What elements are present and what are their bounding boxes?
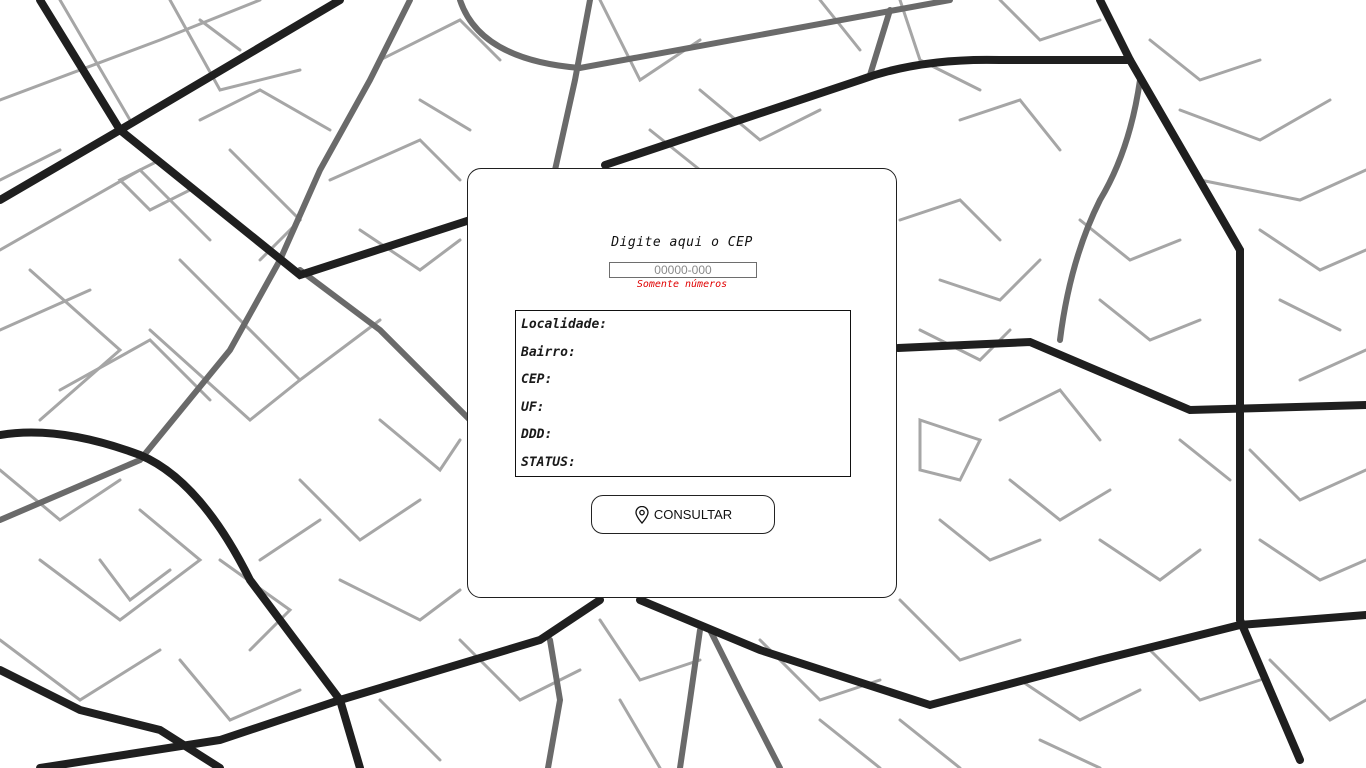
uf-label: UF:: [521, 399, 545, 415]
consultar-button-label: CONSULTAR: [653, 507, 733, 522]
cep-lookup-card: Digite aqui o CEP Somente números Locali…: [467, 168, 897, 598]
status-label: STATUS:: [521, 454, 576, 470]
map-pin-icon: [634, 505, 650, 524]
localidade-label: Localidade:: [521, 317, 608, 332]
bairro-label: Bairro:: [521, 344, 576, 360]
cep-prompt-title: Digite aqui o CEP: [611, 235, 753, 250]
address-result-box: Localidade: Bairro: CEP: UF: DDD: STATUS…: [515, 310, 851, 477]
cep-input[interactable]: [609, 262, 757, 278]
ddd-label: DDD:: [521, 427, 553, 443]
numbers-only-hint: Somente números: [636, 279, 728, 290]
cep-label: CEP:: [521, 372, 553, 388]
consultar-button[interactable]: CONSULTAR: [591, 495, 775, 534]
